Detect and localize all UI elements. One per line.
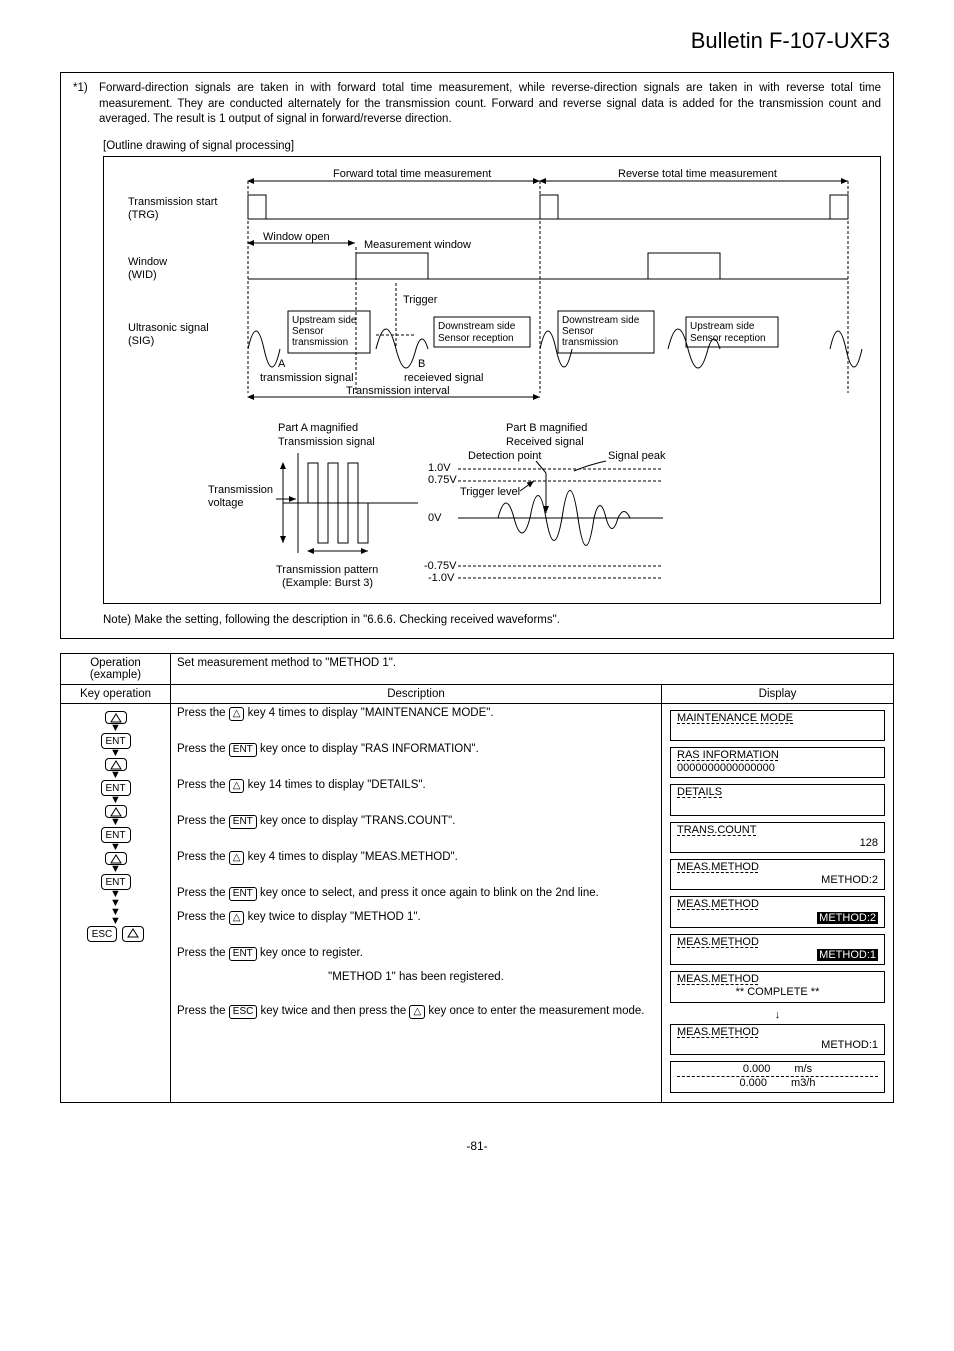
svg-text:Transmission interval: Transmission interval [346, 385, 450, 397]
page-header: Bulletin F-107-UXF3 [60, 28, 890, 54]
svg-text:Downstream side: Downstream side [438, 321, 516, 332]
signal-diagram: Forward total time measurement Reverse t… [103, 156, 881, 604]
svg-text:receieved signal: receieved signal [404, 372, 484, 384]
svg-text:Detection point: Detection point [468, 450, 541, 462]
svg-text:voltage: voltage [208, 497, 243, 509]
operation-label: Operation(example) [61, 653, 171, 684]
svg-text:Ultrasonic signal: Ultrasonic signal [128, 322, 209, 334]
svg-text:B: B [418, 358, 425, 370]
fwd-total-label: Forward total time measurement [333, 168, 491, 180]
svg-text:0V: 0V [428, 512, 442, 524]
svg-text:Window: Window [128, 256, 167, 268]
svg-text:Sensor reception: Sensor reception [690, 333, 766, 344]
note1-text: Forward-direction signals are taken in w… [99, 81, 881, 128]
svg-text:Trigger: Trigger [403, 294, 438, 306]
key-sequence: ▼ ENT ▼ ▼ ENT ▼ ▼ ENT ▼ ▼ ENT ▼ ▼ ▼ ▼ ES… [67, 707, 164, 946]
description-header: Description [171, 684, 662, 703]
rev-total-label: Reverse total time measurement [618, 168, 777, 180]
outline-caption: [Outline drawing of signal processing] [103, 140, 881, 152]
svg-text:Sensor: Sensor [292, 326, 324, 337]
down-arrow-icon: ▼ [110, 723, 121, 734]
svg-text:Transmission signal: Transmission signal [278, 436, 375, 448]
svg-text:Transmission start: Transmission start [128, 196, 217, 208]
svg-text:-0.75V: -0.75V [424, 560, 457, 572]
svg-text:(TRG): (TRG) [128, 209, 159, 221]
svg-text:Transmission pattern: Transmission pattern [276, 564, 378, 576]
svg-text:transmission signal: transmission signal [260, 372, 354, 384]
svg-text:Downstream side: Downstream side [562, 315, 640, 326]
description-body: Press the △ key 4 times to display "MAIN… [171, 703, 662, 1103]
note1-star: *1) [73, 81, 99, 128]
note-and-diagram-box: *1) Forward-direction signals are taken … [60, 72, 894, 639]
display-body: MAINTENANCE MODE RAS INFORMATION00000000… [662, 703, 894, 1103]
svg-text:0.75V: 0.75V [428, 474, 457, 486]
svg-text:Sensor: Sensor [562, 326, 594, 337]
svg-text:(WID): (WID) [128, 269, 157, 281]
svg-text:Window open: Window open [263, 231, 330, 243]
operations-table: Operation(example) Set measurement metho… [60, 653, 894, 1104]
set-method-cell: Set measurement method to "METHOD 1". [171, 653, 894, 684]
svg-text:Trigger level: Trigger level [460, 486, 520, 498]
bottom-note: Note) Make the setting, following the de… [103, 614, 881, 626]
svg-text:Transmission: Transmission [208, 484, 273, 496]
svg-text:(Example: Burst 3): (Example: Burst 3) [282, 577, 373, 589]
svg-text:(SIG): (SIG) [128, 335, 154, 347]
svg-text:Received signal: Received signal [506, 436, 584, 448]
up-key-icon[interactable] [122, 926, 144, 942]
svg-text:-1.0V: -1.0V [428, 572, 455, 584]
svg-text:Part A magnified: Part A magnified [278, 422, 358, 434]
svg-text:1.0V: 1.0V [428, 462, 451, 474]
note1: *1) Forward-direction signals are taken … [73, 81, 881, 128]
esc-key-icon[interactable]: ESC [87, 926, 118, 942]
diagram-svg: Forward total time measurement Reverse t… [108, 163, 874, 593]
svg-text:A: A [278, 358, 286, 370]
key-op-header: Key operation [61, 684, 171, 703]
svg-text:transmission: transmission [292, 337, 348, 348]
svg-text:Signal peak: Signal peak [608, 450, 666, 462]
svg-text:transmission: transmission [562, 337, 618, 348]
svg-text:Sensor reception: Sensor reception [438, 333, 514, 344]
svg-text:Upstream side: Upstream side [292, 315, 357, 326]
page-number: -81- [60, 1139, 894, 1153]
display-header: Display [662, 684, 894, 703]
svg-text:Measurement window: Measurement window [364, 239, 471, 251]
svg-text:Part B magnified: Part B magnified [506, 422, 587, 434]
svg-text:Upstream side: Upstream side [690, 321, 755, 332]
